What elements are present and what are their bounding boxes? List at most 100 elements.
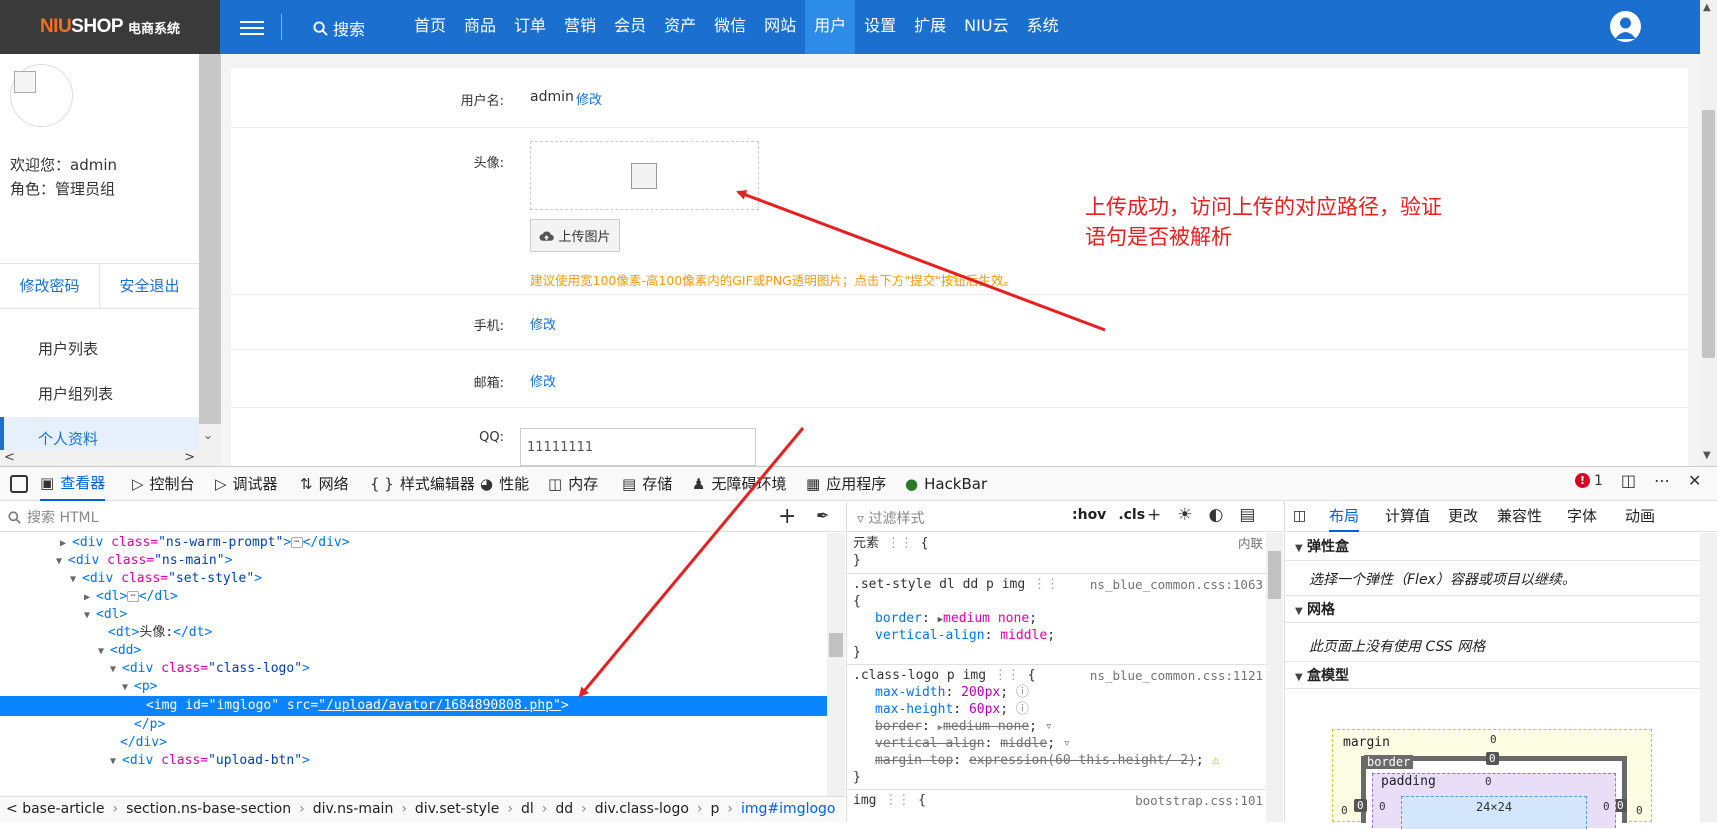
nav-link-6[interactable]: 微信: [705, 0, 755, 54]
css-declaration-invalid[interactable]: margin-top: expression(60-this.height/ 2…: [853, 752, 1263, 770]
css-declaration-overridden[interactable]: vertical-align: middle; ▿: [853, 735, 1263, 753]
eyedropper-icon[interactable]: ✒: [816, 506, 829, 525]
nav-link-2[interactable]: 订单: [505, 0, 555, 54]
tab-changes[interactable]: 更改: [1448, 502, 1478, 532]
close-icon[interactable]: ✕: [1688, 471, 1701, 490]
tab-debugger[interactable]: ▷ 调试器: [215, 467, 278, 501]
nav-link-12[interactable]: 系统: [1018, 0, 1068, 54]
sidebar-horizontal-scrollbar[interactable]: < >: [0, 450, 199, 466]
nav-link-7[interactable]: 网站: [755, 0, 805, 54]
page-scrollbar[interactable]: ▲ ▼: [1700, 0, 1717, 466]
margin-left-value[interactable]: 0: [1341, 804, 1348, 817]
tab-inspector[interactable]: ▣ 查看器: [40, 467, 106, 501]
search-html-input[interactable]: 搜索 HTML: [8, 507, 98, 527]
user-avatar-icon[interactable]: [1610, 11, 1641, 42]
tab-storage[interactable]: ▤ 存储: [622, 467, 672, 501]
chevron-left-icon[interactable]: <: [4, 450, 15, 466]
nav-link-1[interactable]: 商品: [455, 0, 505, 54]
menu-toggle-icon[interactable]: [240, 17, 264, 37]
print-media-icon[interactable]: ▤: [1239, 505, 1255, 525]
tab-style-editor[interactable]: { } 样式编辑器: [370, 467, 475, 501]
breadcrumb-item[interactable]: p ›: [711, 801, 734, 817]
tree-node[interactable]: ▼ <dd>: [0, 641, 827, 661]
scrollbar-thumb[interactable]: [1268, 551, 1281, 599]
add-rule-icon[interactable]: +: [1147, 505, 1161, 525]
error-count-badge[interactable]: ! 1: [1575, 473, 1603, 489]
tree-node-selected[interactable]: <img id="imglogo" src="/upload/avator/16…: [0, 696, 827, 716]
scrollbar-thumb[interactable]: [829, 633, 843, 657]
sidebar-item-user-group-list[interactable]: 用户组列表: [0, 372, 199, 417]
element-picker-icon[interactable]: [10, 475, 28, 493]
border-left-value[interactable]: 0: [1354, 799, 1367, 812]
css-declaration[interactable]: border: ▶medium none;: [853, 610, 1263, 628]
chevron-down-icon[interactable]: ▼: [1703, 450, 1711, 461]
nav-link-0[interactable]: 首页: [405, 0, 455, 54]
nav-link-8[interactable]: 用户: [805, 0, 856, 54]
cls-toggle[interactable]: .cls: [1118, 507, 1145, 523]
tab-hackbar[interactable]: ● HackBar: [905, 467, 987, 501]
logo[interactable]: NIUSHOP 电商系统: [0, 0, 220, 54]
breadcrumb-item[interactable]: div.ns-main ›: [313, 801, 407, 817]
rule-source-link[interactable]: ns_blue_common.css:1121: [1090, 667, 1263, 685]
breadcrumb-item[interactable]: dl ›: [521, 801, 547, 817]
tree-node[interactable]: ▼ <div class="set-style">: [0, 569, 827, 589]
flexbox-section-header[interactable]: ▼ 弹性盒: [1285, 533, 1717, 561]
tree-scrollbar[interactable]: [827, 533, 845, 796]
sidebar-toggle-icon[interactable]: ◫: [1293, 502, 1306, 532]
sidebar-item-user-list[interactable]: 用户列表: [0, 327, 199, 372]
chevron-up-icon[interactable]: ▲: [1703, 2, 1711, 13]
tab-layout[interactable]: 布局: [1329, 502, 1360, 532]
rule-selector[interactable]: img ⋮⋮ {bootstrap.css:101: [853, 792, 1263, 810]
css-declaration[interactable]: max-width: 200px; ⓘ: [853, 684, 1263, 702]
tab-memory[interactable]: ◫ 内存: [548, 467, 598, 501]
scrollbar-thumb[interactable]: [199, 54, 221, 424]
rules-scrollbar[interactable]: [1266, 533, 1283, 822]
layout-scrollbar[interactable]: [1700, 533, 1717, 822]
rule-selector[interactable]: 元素 ⋮⋮ {内联: [853, 535, 1263, 553]
breadcrumb-item[interactable]: section.ns-base-section ›: [126, 801, 305, 817]
light-theme-icon[interactable]: ☀: [1177, 505, 1192, 525]
padding-right-value[interactable]: 0: [1603, 800, 1610, 813]
breadcrumb-item[interactable]: dd ›: [555, 801, 586, 817]
tree-node[interactable]: ▼ <div class="class-logo">: [0, 659, 827, 679]
rule-selector[interactable]: .class-logo p img ⋮⋮ {ns_blue_common.css…: [853, 667, 1263, 685]
qq-input[interactable]: 11111111: [520, 428, 756, 466]
tree-node[interactable]: </p>: [0, 715, 827, 735]
more-options-icon[interactable]: ⋯: [1654, 471, 1670, 490]
nav-link-4[interactable]: 会员: [605, 0, 655, 54]
breadcrumb-item[interactable]: img#imglogo: [741, 801, 835, 817]
rule-source-link[interactable]: ns_blue_common.css:1063: [1090, 576, 1263, 594]
nav-link-11[interactable]: NIU云: [955, 0, 1017, 54]
tree-node[interactable]: ▼ <div class="ns-main">: [0, 551, 827, 571]
username-edit-link[interactable]: 修改: [576, 89, 602, 108]
filter-styles-input[interactable]: ▿ 过滤样式: [857, 508, 924, 528]
rule-selector[interactable]: .set-style dl dd p img ⋮⋮ ns_blue_common.…: [853, 576, 1263, 594]
chevron-down-icon[interactable]: ⌄: [203, 428, 213, 442]
css-declaration-overridden[interactable]: border: ▶medium none; ▿: [853, 718, 1263, 736]
tree-node[interactable]: ▶ <div class="ns-warm-prompt"> ⋯ </div>: [0, 533, 827, 553]
scrollbar-thumb[interactable]: [1702, 110, 1715, 358]
tab-console[interactable]: ▷ 控制台: [132, 467, 195, 501]
logout-button[interactable]: 安全退出: [100, 264, 199, 308]
grid-section-header[interactable]: ▼ 网格: [1285, 595, 1717, 623]
add-node-icon[interactable]: +: [778, 504, 796, 529]
email-edit-link[interactable]: 修改: [530, 371, 556, 390]
margin-top-value[interactable]: 0: [1490, 733, 1497, 746]
sidebar-scrollbar[interactable]: ⌄: [199, 54, 221, 466]
tree-node[interactable]: ▼ <p>: [0, 677, 827, 697]
phone-edit-link[interactable]: 修改: [530, 314, 556, 333]
nav-link-9[interactable]: 设置: [855, 0, 905, 54]
margin-right-value[interactable]: 0: [1636, 804, 1643, 817]
chevron-right-icon[interactable]: >: [184, 450, 195, 466]
breadcrumb-item[interactable]: div.set-style ›: [415, 801, 513, 817]
tree-node[interactable]: ▼ <dl>: [0, 605, 827, 625]
padding-left-value[interactable]: 0: [1379, 800, 1386, 813]
tab-compatibility[interactable]: 兼容性: [1497, 502, 1542, 532]
nav-search-button[interactable]: 搜索: [313, 16, 365, 40]
box-model-section-header[interactable]: ▼ 盒模型: [1285, 661, 1717, 689]
tree-node[interactable]: </div>: [0, 733, 827, 753]
dark-theme-icon[interactable]: ◐: [1209, 505, 1224, 525]
breadcrumb-scroll-right-icon[interactable]: >: [843, 801, 845, 817]
breadcrumb-item[interactable]: div.class-logo ›: [595, 801, 703, 817]
tab-application[interactable]: ▦ 应用程序: [806, 467, 886, 501]
